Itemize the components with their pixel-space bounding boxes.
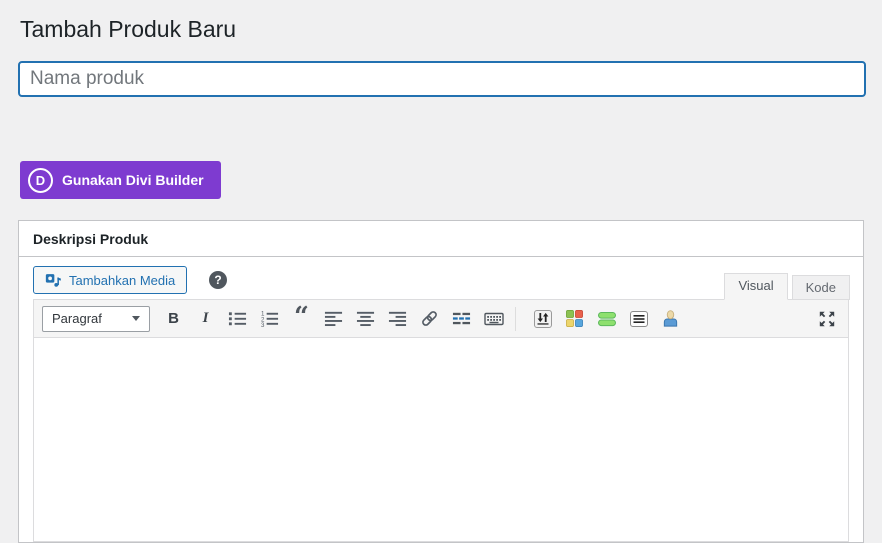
tab-code[interactable]: Kode — [791, 275, 850, 300]
italic-icon: I — [202, 310, 209, 326]
align-center-button[interactable] — [352, 307, 379, 331]
add-product-page: Tambah Produk Baru D Gunakan Divi Builde… — [0, 0, 882, 543]
blockquote-button[interactable]: “ — [288, 301, 315, 332]
align-center-icon — [356, 311, 375, 327]
svg-text:3: 3 — [261, 322, 265, 328]
fullscreen-button[interactable] — [813, 307, 840, 331]
user-icon — [663, 310, 678, 327]
tab-visual[interactable]: Visual — [724, 273, 788, 300]
keyboard-icon — [483, 312, 504, 325]
help-icon[interactable]: ? — [209, 271, 227, 289]
add-media-icon — [45, 272, 62, 289]
read-more-icon — [452, 312, 471, 325]
editor-container: Paragraf B I 1 2 3 “ — [33, 299, 849, 542]
link-icon — [422, 311, 437, 326]
divi-logo-icon: D — [28, 167, 53, 193]
chevron-down-icon — [132, 316, 140, 321]
editor-toolbar: Paragraf B I 1 2 3 “ — [34, 300, 848, 338]
add-media-button[interactable]: Tambahkan Media — [33, 266, 188, 294]
bold-button[interactable]: B — [160, 307, 187, 331]
keyboard-shortcuts-button[interactable] — [480, 307, 507, 331]
format-select-value: Paragraf — [52, 311, 102, 326]
editor-tools-row: Tambahkan Media ? Visual Kode — [19, 257, 863, 300]
product-description-panel: Deskripsi Produk Tambahkan Media ? Visua… — [18, 220, 864, 543]
bold-icon: B — [168, 310, 179, 327]
add-media-label: Tambahkan Media — [69, 272, 176, 288]
read-more-button[interactable] — [448, 307, 475, 331]
align-left-button[interactable] — [320, 307, 347, 331]
sort-arrows-button[interactable] — [529, 307, 556, 331]
bulleted-list-icon — [228, 312, 247, 326]
sort-arrows-page-icon — [533, 309, 552, 328]
colored-blocks-button[interactable] — [561, 307, 588, 331]
align-right-button[interactable] — [384, 307, 411, 331]
text-lines-page-icon — [629, 310, 648, 327]
toolbar-separator — [515, 306, 516, 331]
green-bars-button[interactable] — [593, 307, 620, 331]
editor-content[interactable] — [34, 338, 848, 541]
blockquote-icon: “ — [294, 301, 309, 332]
product-name-input[interactable] — [18, 61, 866, 97]
divi-button-label: Gunakan Divi Builder — [62, 172, 204, 188]
align-left-icon — [324, 311, 343, 327]
insert-link-button[interactable] — [416, 307, 443, 331]
numbered-list-icon: 1 2 3 — [261, 311, 279, 328]
fullscreen-icon — [819, 311, 834, 327]
panel-heading: Deskripsi Produk — [19, 221, 863, 257]
bulleted-list-button[interactable] — [224, 307, 251, 331]
insert-user-button[interactable] — [657, 307, 684, 331]
use-divi-builder-button[interactable]: D Gunakan Divi Builder — [20, 161, 221, 199]
numbered-list-button[interactable]: 1 2 3 — [256, 307, 283, 331]
align-right-icon — [388, 311, 407, 327]
editor-mode-tabs: Visual Kode — [724, 273, 850, 300]
green-bars-icon — [597, 311, 616, 326]
italic-button[interactable]: I — [192, 307, 219, 331]
paragraph-format-select[interactable]: Paragraf — [42, 305, 150, 332]
colored-blocks-icon — [566, 310, 583, 327]
text-lines-button[interactable] — [625, 307, 652, 331]
page-title: Tambah Produk Baru — [20, 16, 237, 42]
